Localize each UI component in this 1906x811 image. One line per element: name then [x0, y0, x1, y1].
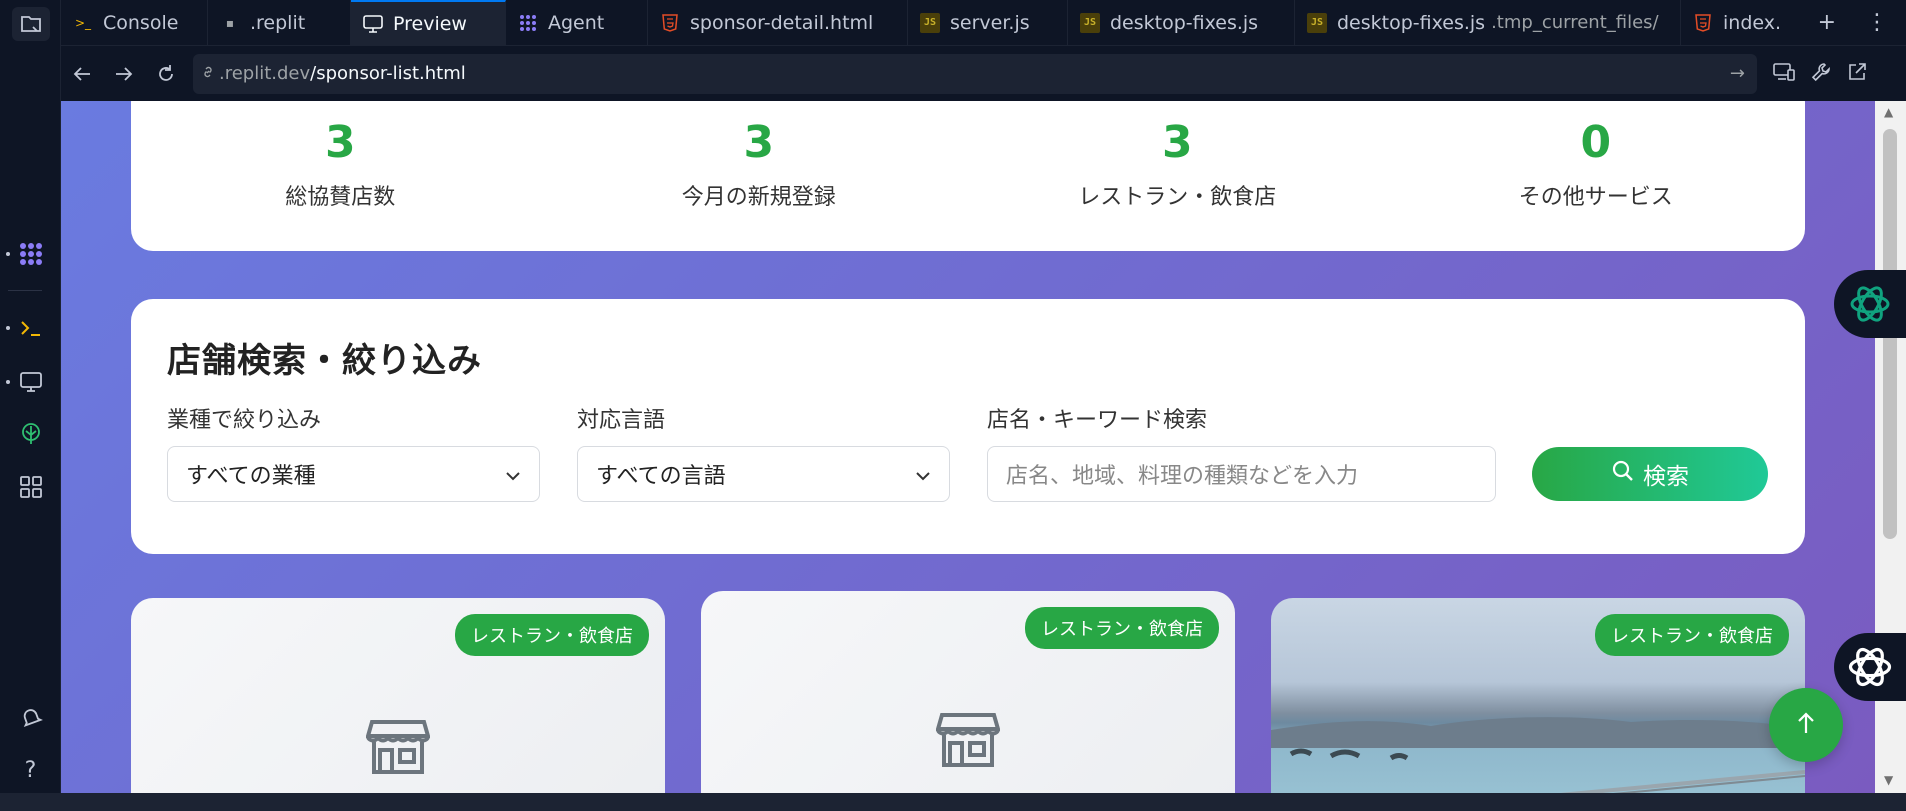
- link-icon: [201, 63, 215, 84]
- stat-new-this-month: 3 今月の新規登録: [681, 117, 836, 211]
- forward-arrow-icon[interactable]: [103, 54, 145, 94]
- html-icon: [660, 13, 680, 33]
- arrow-up-icon: [1796, 709, 1816, 742]
- preview-viewport: 3 総協賛店数 3 今月の新規登録 3 レストラン・飲食店 0 その他サービス …: [61, 101, 1875, 793]
- chevron-down-icon: [505, 462, 521, 487]
- html-icon: [1693, 13, 1713, 33]
- filter-row: 業種で絞り込み すべての業種 対応言語 すべての言語 店名・キーワード検索 店名…: [167, 402, 1769, 502]
- wrench-icon[interactable]: [1811, 62, 1831, 86]
- store-icon: [365, 718, 431, 780]
- apps-grid-icon[interactable]: [0, 474, 61, 500]
- language-filter-group: 対応言語 すべての言語: [577, 402, 950, 502]
- scroll-down-icon[interactable]: ▼: [1884, 773, 1893, 787]
- category-label: 業種で絞り込み: [167, 408, 322, 433]
- filter-card: 店舗検索・絞り込み 業種で絞り込み すべての業種 対応言語 すべての言語 店名・…: [131, 299, 1805, 554]
- devices-icon[interactable]: [1773, 62, 1795, 86]
- filter-title: 店舗検索・絞り込み: [167, 341, 482, 381]
- js-icon: JS: [1307, 12, 1327, 33]
- help-icon[interactable]: ?: [0, 756, 61, 784]
- tab-desktop-fixes-tmp[interactable]: JS desktop-fixes.js .tmp_current_files/: [1295, 0, 1681, 45]
- shop-card[interactable]: レストラン・飲食店: [1271, 598, 1805, 793]
- keyword-label: 店名・キーワード検索: [987, 408, 1208, 433]
- tab-replit[interactable]: ▪ .replit: [208, 0, 351, 45]
- deploy-icon[interactable]: [0, 422, 61, 448]
- taskbar-strip: [0, 793, 1906, 811]
- language-label: 対応言語: [577, 408, 666, 433]
- stat-total-sponsors: 3 総協賛店数: [285, 117, 396, 211]
- search-button[interactable]: 検索: [1532, 447, 1768, 501]
- shop-card[interactable]: レストラン・飲食店: [131, 598, 665, 793]
- category-filter-group: 業種で絞り込み すべての業種: [167, 402, 540, 502]
- reload-icon[interactable]: [145, 54, 187, 94]
- ai-assistant-icon[interactable]: [1834, 270, 1906, 338]
- notifications-icon[interactable]: [0, 704, 61, 730]
- back-arrow-icon[interactable]: [61, 54, 103, 94]
- new-tab-plus-icon[interactable]: +: [1818, 10, 1836, 35]
- terminal-icon: >_: [74, 15, 92, 30]
- tab-server-js[interactable]: JS server.js: [908, 0, 1068, 45]
- stat-other-services: 0 その他サービス: [1518, 117, 1673, 211]
- chevron-down-icon: [915, 462, 931, 487]
- store-icon: [935, 711, 1001, 773]
- go-arrow-icon[interactable]: →: [1730, 63, 1745, 84]
- address-bar: .replit.dev/sponsor-list.html →: [61, 46, 1906, 101]
- tab-agent[interactable]: Agent: [506, 0, 648, 45]
- left-rail: ?: [0, 0, 61, 811]
- url-field[interactable]: .replit.dev/sponsor-list.html →: [193, 53, 1757, 94]
- ai-chat-icon[interactable]: [1834, 633, 1906, 701]
- tab-desktop-fixes-js[interactable]: JS desktop-fixes.js: [1068, 0, 1295, 45]
- preview-icon[interactable]: [0, 370, 61, 394]
- scroll-up-icon[interactable]: ▲: [1884, 105, 1893, 119]
- shop-photo: [1271, 717, 1805, 793]
- language-select[interactable]: すべての言語: [577, 446, 950, 502]
- search-icon: [1611, 459, 1635, 489]
- agent-icon: [518, 13, 538, 33]
- scroll-to-top-button[interactable]: [1769, 688, 1843, 762]
- console-icon[interactable]: [0, 316, 61, 340]
- tab-sponsor-detail[interactable]: sponsor-detail.html: [648, 0, 908, 45]
- category-badge: レストラン・飲食店: [1595, 614, 1789, 656]
- more-vertical-icon[interactable]: ⋮: [1866, 10, 1888, 35]
- files-icon[interactable]: [0, 6, 61, 42]
- file-icon: ▪: [225, 15, 235, 30]
- agent-icon[interactable]: [0, 240, 61, 268]
- keyword-search-input[interactable]: 店名、地域、料理の種類などを入力: [987, 446, 1496, 502]
- monitor-icon: [363, 14, 383, 34]
- category-select[interactable]: すべての業種: [167, 446, 540, 502]
- stat-restaurants: 3 レストラン・飲食店: [1078, 117, 1277, 211]
- tab-console[interactable]: >_ Console: [61, 0, 208, 45]
- shop-card[interactable]: レストラン・飲食店: [701, 591, 1235, 793]
- js-icon: JS: [920, 12, 940, 33]
- js-icon: JS: [1080, 12, 1100, 33]
- address-actions: [1773, 62, 1867, 86]
- keyword-filter-group: 店名・キーワード検索 店名、地域、料理の種類などを入力: [987, 402, 1496, 502]
- tab-index[interactable]: index.: [1681, 0, 1791, 45]
- tab-preview[interactable]: Preview: [351, 0, 506, 45]
- rail-separator: [8, 290, 42, 291]
- category-badge: レストラン・飲食店: [455, 614, 649, 656]
- stats-card: 3 総協賛店数 3 今月の新規登録 3 レストラン・飲食店 0 その他サービス: [131, 101, 1805, 251]
- tab-bar: >_ Console ▪ .replit Preview Agent spons…: [61, 0, 1906, 46]
- tab-actions: + ⋮: [1818, 0, 1906, 45]
- category-badge: レストラン・飲食店: [1025, 607, 1219, 649]
- open-external-icon[interactable]: [1847, 62, 1867, 86]
